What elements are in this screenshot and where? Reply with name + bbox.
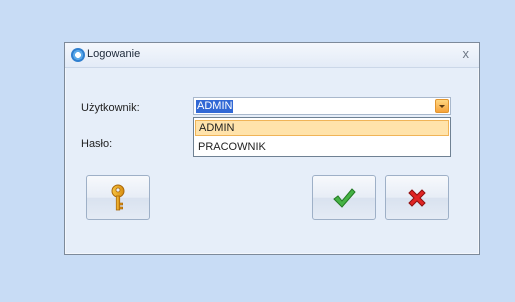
checkmark-icon [333,187,356,208]
cross-icon [408,188,426,207]
key-button[interactable] [86,175,150,220]
dropdown-option-admin[interactable]: ADMIN [195,120,449,136]
app-logo-icon [71,48,85,62]
close-button[interactable]: x [463,46,470,61]
chevron-down-icon[interactable] [435,99,449,113]
user-label: Użytkownik: [81,102,140,114]
cancel-button[interactable] [385,175,449,220]
login-dialog: Logowanie x Użytkownik: Hasło: ADMIN ADM… [64,42,480,255]
user-combobox-value[interactable]: ADMIN [196,100,234,113]
dialog-titlebar: Logowanie x [65,43,479,68]
user-combobox[interactable]: ADMIN [193,97,451,115]
dialog-title: Logowanie [87,48,141,60]
ok-button[interactable] [312,175,376,220]
user-dropdown-list: ADMIN PRACOWNIK [193,117,451,157]
key-icon [111,184,125,210]
password-label: Hasło: [81,138,113,150]
dropdown-option-pracownik[interactable]: PRACOWNIK [195,139,449,155]
